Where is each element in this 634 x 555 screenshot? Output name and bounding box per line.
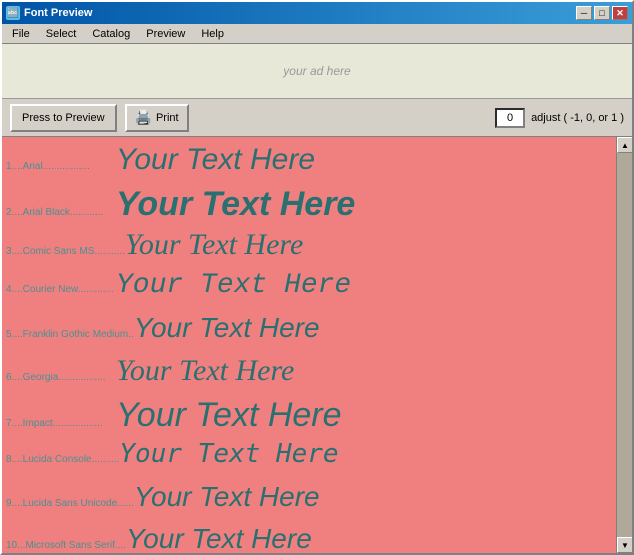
menu-help[interactable]: Help	[193, 26, 232, 42]
font-preview-text: Your Text Here	[134, 481, 320, 513]
font-list[interactable]: 1....Arial.................Your Text Her…	[2, 137, 616, 553]
scroll-up-button[interactable]: ▲	[617, 137, 632, 153]
font-row: 7....Impact..................Your Text H…	[2, 394, 616, 437]
font-row: 1....Arial.................Your Text Her…	[2, 141, 616, 183]
close-button[interactable]: ✕	[612, 6, 628, 20]
font-row: 10...Microsoft Sans Serif....Your Text H…	[2, 521, 616, 553]
menu-select[interactable]: Select	[38, 26, 85, 42]
window-title: Font Preview	[24, 7, 92, 19]
font-row: 2....Arial Black............Your Text He…	[2, 183, 616, 226]
title-bar-left: 🔤 Font Preview	[6, 6, 92, 20]
font-label: 2....Arial Black............	[6, 207, 116, 218]
font-label: 3....Comic Sans MS...........	[6, 246, 125, 257]
font-row: 4....Courier New.............Your Text H…	[2, 268, 616, 310]
ad-text: your ad here	[283, 64, 350, 78]
toolbar: Press to Preview 🖨️ Print adjust ( -1, 0…	[2, 99, 632, 137]
font-row: 8....Lucida Console..........Your Text H…	[2, 437, 616, 479]
font-label: 6....Georgia.................	[6, 372, 116, 383]
font-label: 4....Courier New.............	[6, 284, 116, 295]
font-preview-text: Your Text Here	[116, 354, 294, 388]
content-area: 1....Arial.................Your Text Her…	[2, 137, 632, 553]
menu-catalog[interactable]: Catalog	[84, 26, 138, 42]
scroll-track[interactable]	[617, 153, 632, 537]
font-label: 1....Arial.................	[6, 161, 116, 172]
printer-icon: 🖨️	[135, 109, 152, 126]
title-bar: 🔤 Font Preview ─ □ ✕	[2, 2, 632, 24]
font-row: 5....Franklin Gothic Medium..Your Text H…	[2, 310, 616, 352]
menu-file[interactable]: File	[4, 26, 38, 42]
font-label: 5....Franklin Gothic Medium..	[6, 329, 134, 340]
preview-button[interactable]: Press to Preview	[10, 104, 117, 132]
font-preview-text: Your Text Here	[116, 396, 342, 435]
font-label: 8....Lucida Console..........	[6, 454, 119, 465]
app-icon: 🔤	[6, 6, 20, 20]
maximize-button[interactable]: □	[594, 6, 610, 20]
font-preview-text: Your Text Here	[116, 185, 355, 224]
adjust-label: adjust ( -1, 0, or 1 )	[531, 112, 624, 124]
main-window: 🔤 Font Preview ─ □ ✕ File Select Catalog…	[0, 0, 634, 555]
font-row: 9....Lucida Sans Unicode......Your Text …	[2, 479, 616, 521]
font-label: 7....Impact..................	[6, 418, 116, 429]
print-button[interactable]: 🖨️ Print	[125, 104, 189, 132]
font-label: 9....Lucida Sans Unicode......	[6, 498, 134, 509]
font-preview-text: Your Text Here	[126, 523, 312, 553]
adjust-input[interactable]	[495, 108, 525, 128]
title-bar-buttons: ─ □ ✕	[576, 6, 628, 20]
minimize-button[interactable]: ─	[576, 6, 592, 20]
font-row: 6....Georgia.................Your Text H…	[2, 352, 616, 394]
font-preview-text: Your Text Here	[119, 439, 338, 469]
scrollbar: ▲ ▼	[616, 137, 632, 553]
scroll-down-button[interactable]: ▼	[617, 537, 632, 553]
font-preview-text: Your Text Here	[134, 312, 320, 344]
print-label: Print	[156, 112, 179, 124]
font-preview-text: Your Text Here	[125, 228, 303, 262]
font-preview-text: Your Text Here	[116, 270, 351, 301]
font-preview-text: Your Text Here	[116, 143, 315, 177]
menu-bar: File Select Catalog Preview Help	[2, 24, 632, 44]
font-row: 3....Comic Sans MS...........Your Text H…	[2, 226, 616, 268]
ad-banner: your ad here	[2, 44, 632, 99]
adjust-area: adjust ( -1, 0, or 1 )	[495, 108, 624, 128]
menu-preview[interactable]: Preview	[138, 26, 193, 42]
font-label: 10...Microsoft Sans Serif....	[6, 540, 126, 551]
